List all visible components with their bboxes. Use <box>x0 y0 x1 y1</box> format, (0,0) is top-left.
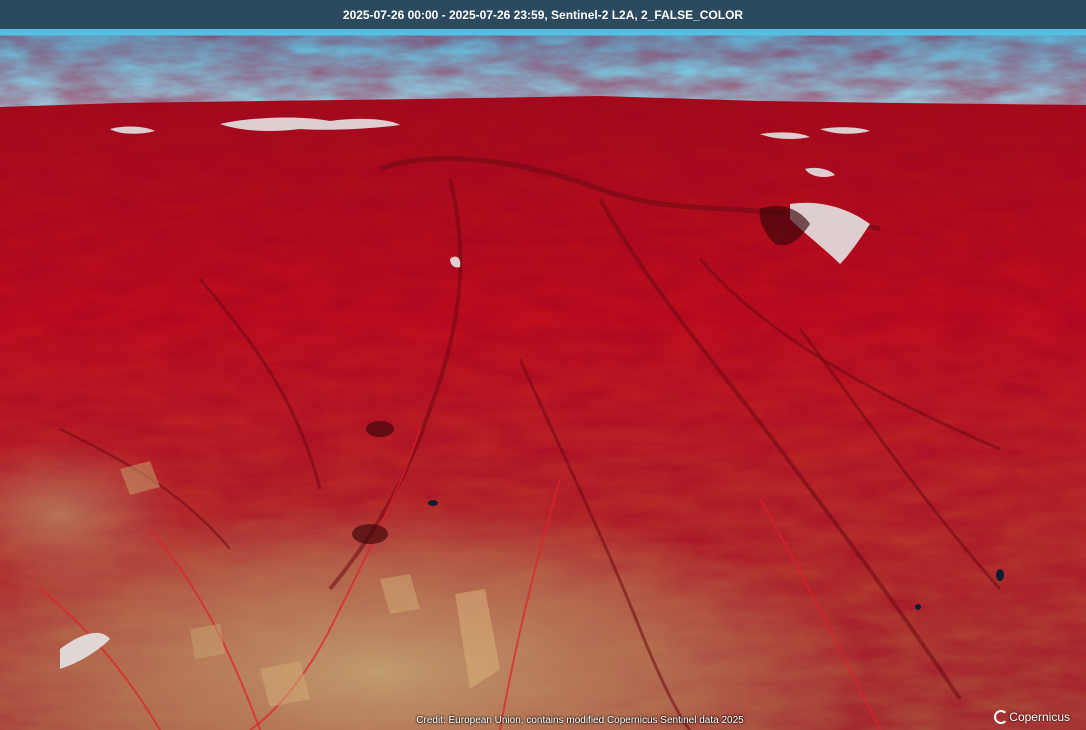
terrain-3d-view[interactable] <box>0 29 1086 730</box>
credit-text: Credit: European Union, contains modifie… <box>416 715 744 726</box>
logo-text: Copernicus <box>1009 710 1070 724</box>
image-title: 2025-07-26 00:00 - 2025-07-26 23:59, Sen… <box>342 7 744 22</box>
title-bar: 2025-07-26 00:00 - 2025-07-26 23:59, Sen… <box>0 0 1086 29</box>
copernicus-logo: Copernicus <box>994 710 1070 724</box>
map-viewer[interactable]: 2025-07-26 00:00 - 2025-07-26 23:59, Sen… <box>0 0 1086 730</box>
terrain-render <box>0 29 1086 730</box>
copernicus-ring-icon <box>994 710 1009 724</box>
bare-soil-area-west <box>0 329 500 629</box>
